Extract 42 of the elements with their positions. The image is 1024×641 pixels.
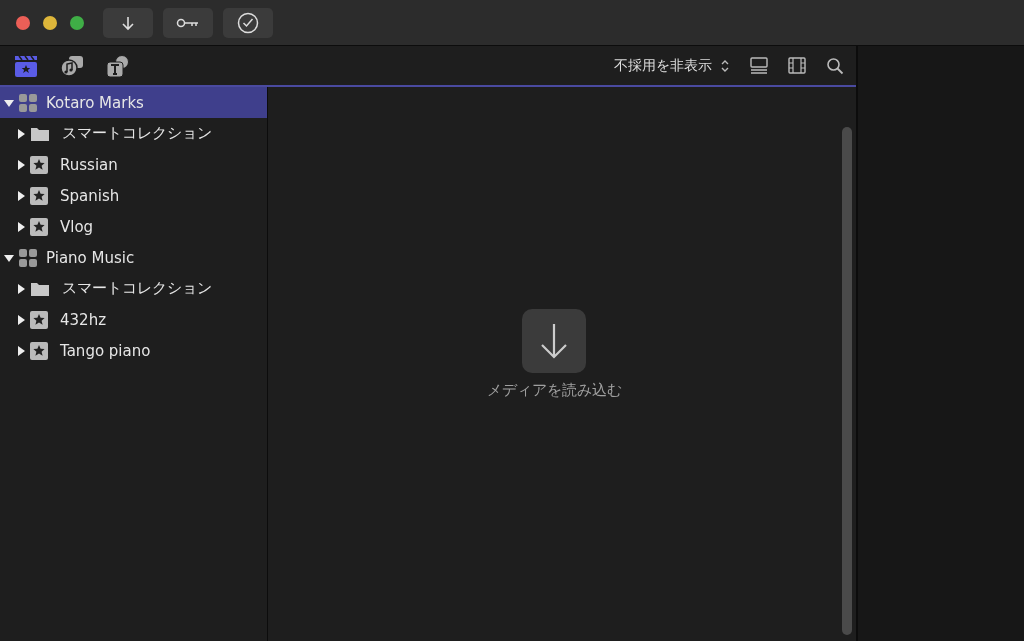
disclosure-triangle-icon[interactable] xyxy=(4,252,14,263)
down-arrow-icon xyxy=(121,14,135,31)
background-tasks-button[interactable] xyxy=(223,7,273,38)
library-item[interactable]: Piano Music xyxy=(0,242,267,273)
down-arrow-icon xyxy=(539,321,569,360)
disclosure-triangle-icon[interactable] xyxy=(4,97,14,108)
library-item[interactable]: Kotaro Marks xyxy=(0,87,267,118)
filter-dropdown[interactable]: 不採用を非表示 xyxy=(614,56,730,75)
import-media-label: メディアを読み込む xyxy=(486,380,622,400)
event-item[interactable]: 432hz xyxy=(0,304,267,335)
disclosure-triangle-icon[interactable] xyxy=(16,283,26,294)
disclosure-triangle-icon[interactable] xyxy=(16,221,26,232)
folder-icon xyxy=(30,280,50,297)
disclosure-triangle-icon[interactable] xyxy=(16,128,26,139)
disclosure-triangle-icon[interactable] xyxy=(16,159,26,170)
media-tab[interactable] xyxy=(13,53,39,78)
scrollbar[interactable] xyxy=(842,127,852,635)
checkmark-circle-icon xyxy=(237,11,259,34)
filmstrip-icon[interactable] xyxy=(788,56,806,75)
zoom-button[interactable] xyxy=(70,15,84,30)
disclosure-triangle-icon[interactable] xyxy=(16,345,26,356)
library-icon xyxy=(18,92,38,113)
disclosure-triangle-icon[interactable] xyxy=(16,314,26,325)
library-icon xyxy=(18,247,38,268)
import-button[interactable] xyxy=(103,7,153,38)
close-button[interactable] xyxy=(16,15,30,30)
keywords-button[interactable] xyxy=(163,7,213,38)
event-item[interactable]: Russian xyxy=(0,149,267,180)
import-media-button[interactable] xyxy=(522,308,586,373)
key-icon xyxy=(176,17,200,28)
list-view-icon[interactable] xyxy=(750,56,768,75)
disclosure-triangle-icon[interactable] xyxy=(16,190,26,201)
audio-tab[interactable] xyxy=(59,53,85,78)
event-item[interactable]: スマートコレクション xyxy=(0,273,267,304)
minimize-button[interactable] xyxy=(43,15,57,30)
event-item[interactable]: Spanish xyxy=(0,180,267,211)
folder-icon xyxy=(30,125,50,142)
event-item[interactable]: Tango piano xyxy=(0,335,267,366)
search-icon[interactable] xyxy=(826,56,844,75)
event-item[interactable]: Vlog xyxy=(0,211,267,242)
event-item[interactable]: スマートコレクション xyxy=(0,118,267,149)
titles-tab[interactable] xyxy=(105,53,131,78)
